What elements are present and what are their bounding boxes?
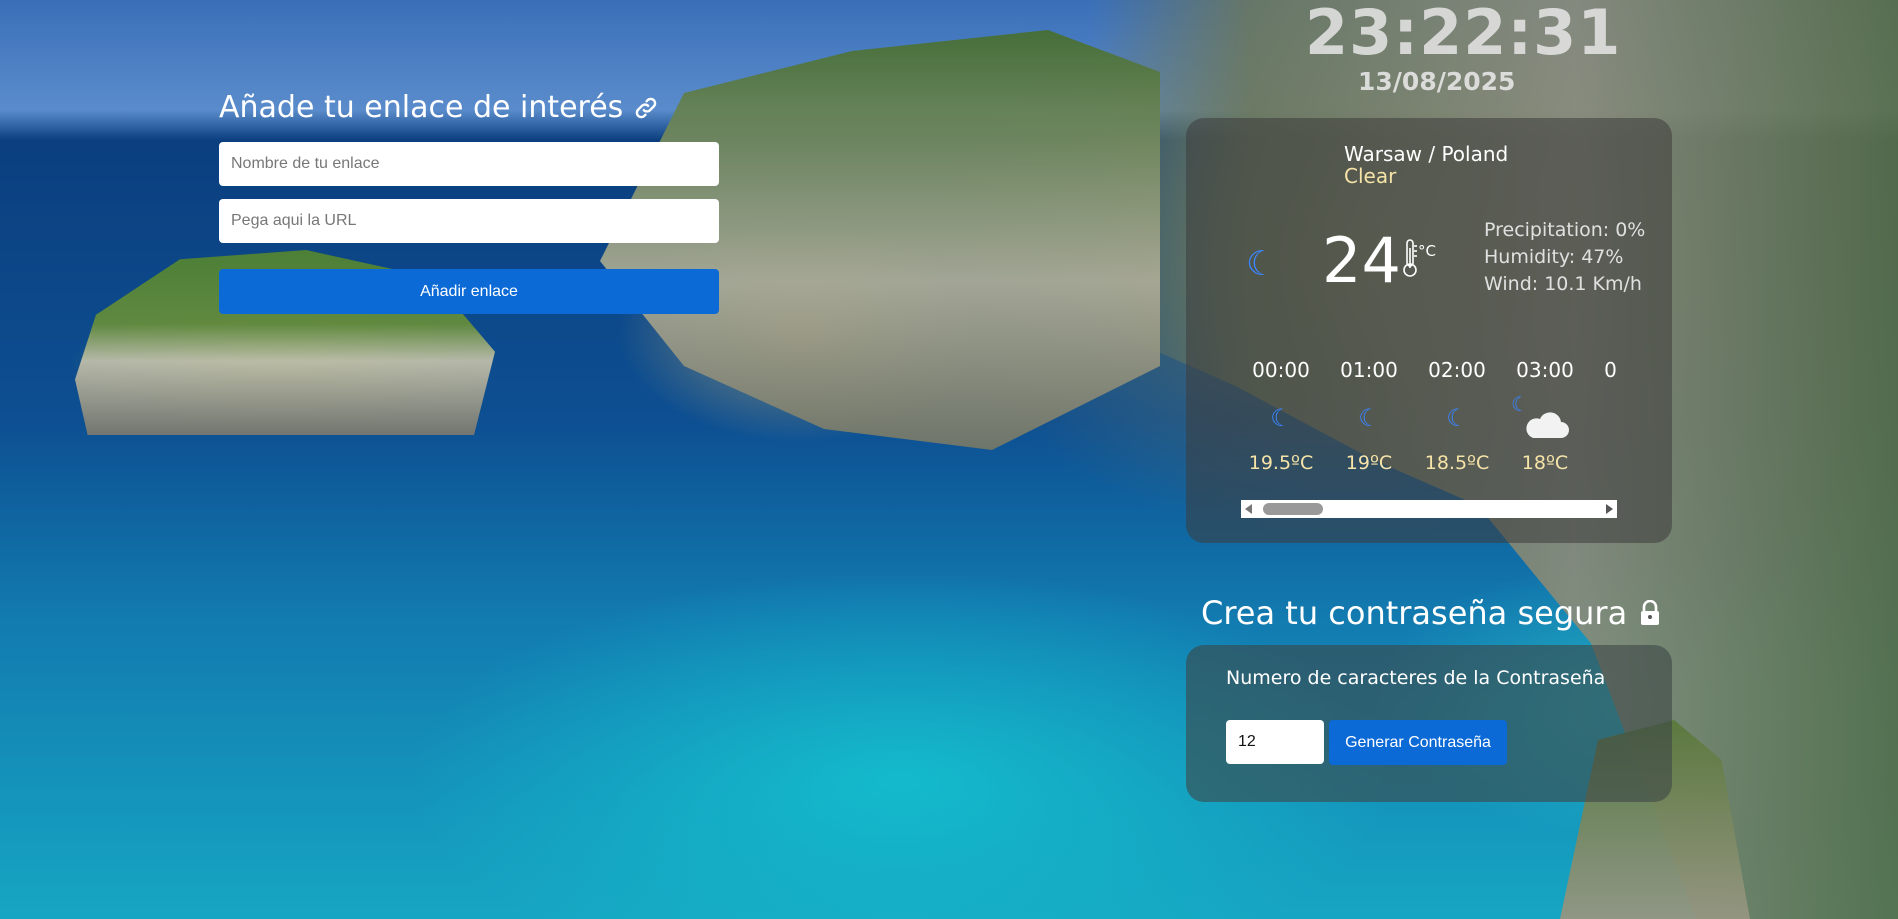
clock-time: 23:22:31 <box>1305 0 1622 69</box>
password-length-label: Numero de caracteres de la Contraseña <box>1226 667 1606 689</box>
hourly-temp: 18ºC <box>1521 452 1569 474</box>
link-name-input[interactable] <box>219 142 719 186</box>
scroll-right-arrow-icon[interactable] <box>1606 504 1613 514</box>
moon-icon: ☾ <box>1246 244 1277 284</box>
weather-precipitation: Precipitation: 0% <box>1484 219 1646 241</box>
scroll-left-arrow-icon[interactable] <box>1245 504 1252 514</box>
hourly-time: 01:00 <box>1340 358 1398 382</box>
hourly-time: 04:00 <box>1604 358 1617 382</box>
weather-temperature: 24 <box>1322 224 1401 297</box>
hourly-temp: 19ºC <box>1345 452 1393 474</box>
weather-unit: °C <box>1418 242 1436 260</box>
moon-icon: ☾ <box>1358 404 1380 432</box>
scrollbar-thumb[interactable] <box>1263 503 1323 515</box>
links-title-text: Añade tu enlace de interés <box>219 90 624 125</box>
hourly-temp: 17 <box>1593 452 1617 474</box>
weather-location: Warsaw / Poland <box>1344 142 1509 166</box>
hourly-time: 03:00 <box>1516 358 1574 382</box>
hourly-item: 01:00 ☾ 19ºC <box>1329 358 1409 474</box>
hourly-forecast[interactable]: 00:00 ☾ 19.5ºC 01:00 ☾ 19ºC 02:00 ☾ 18.5… <box>1241 358 1617 478</box>
thermometer-icon <box>1403 239 1417 277</box>
generate-password-button[interactable]: Generar Contraseña <box>1329 720 1507 765</box>
hourly-temp: 18.5ºC <box>1424 452 1490 474</box>
weather-humidity: Humidity: 47% <box>1484 246 1624 268</box>
link-url-input[interactable] <box>219 199 719 243</box>
password-length-input[interactable] <box>1226 720 1324 764</box>
weather-panel: Warsaw / Poland Clear ☾ 24 °C Precipitat… <box>1186 118 1672 543</box>
hourly-time: 02:00 <box>1428 358 1486 382</box>
password-title-text: Crea tu contraseña segura <box>1201 594 1628 632</box>
hourly-scrollbar[interactable] <box>1241 500 1617 518</box>
lock-icon <box>1641 600 1660 625</box>
clock-date: 13/08/2025 <box>1358 67 1516 96</box>
password-title: Crea tu contraseña segura <box>1201 594 1661 632</box>
cloudy-night-icon: ☾ <box>1505 392 1585 440</box>
add-link-button[interactable]: Añadir enlace <box>219 269 719 314</box>
password-panel: Numero de caracteres de la Contraseña Ge… <box>1186 645 1672 802</box>
weather-wind: Wind: 10.1 Km/h <box>1484 273 1642 295</box>
hourly-item: 03:00 ☾ 18ºC <box>1505 358 1585 474</box>
hourly-item: 00:00 ☾ 19.5ºC <box>1241 358 1321 474</box>
links-title: Añade tu enlace de interés <box>219 90 659 125</box>
moon-icon: ☾ <box>1270 404 1292 432</box>
link-icon <box>636 97 657 118</box>
hourly-time: 00:00 <box>1252 358 1310 382</box>
moon-icon: ☾ <box>1446 404 1468 432</box>
hourly-item: 04:00 ☾ 17 <box>1593 358 1617 474</box>
moon-icon: ☾ <box>1593 404 1617 440</box>
hourly-temp: 19.5ºC <box>1248 452 1314 474</box>
hourly-item: 02:00 ☾ 18.5ºC <box>1417 358 1497 474</box>
weather-condition: Clear <box>1344 164 1397 188</box>
